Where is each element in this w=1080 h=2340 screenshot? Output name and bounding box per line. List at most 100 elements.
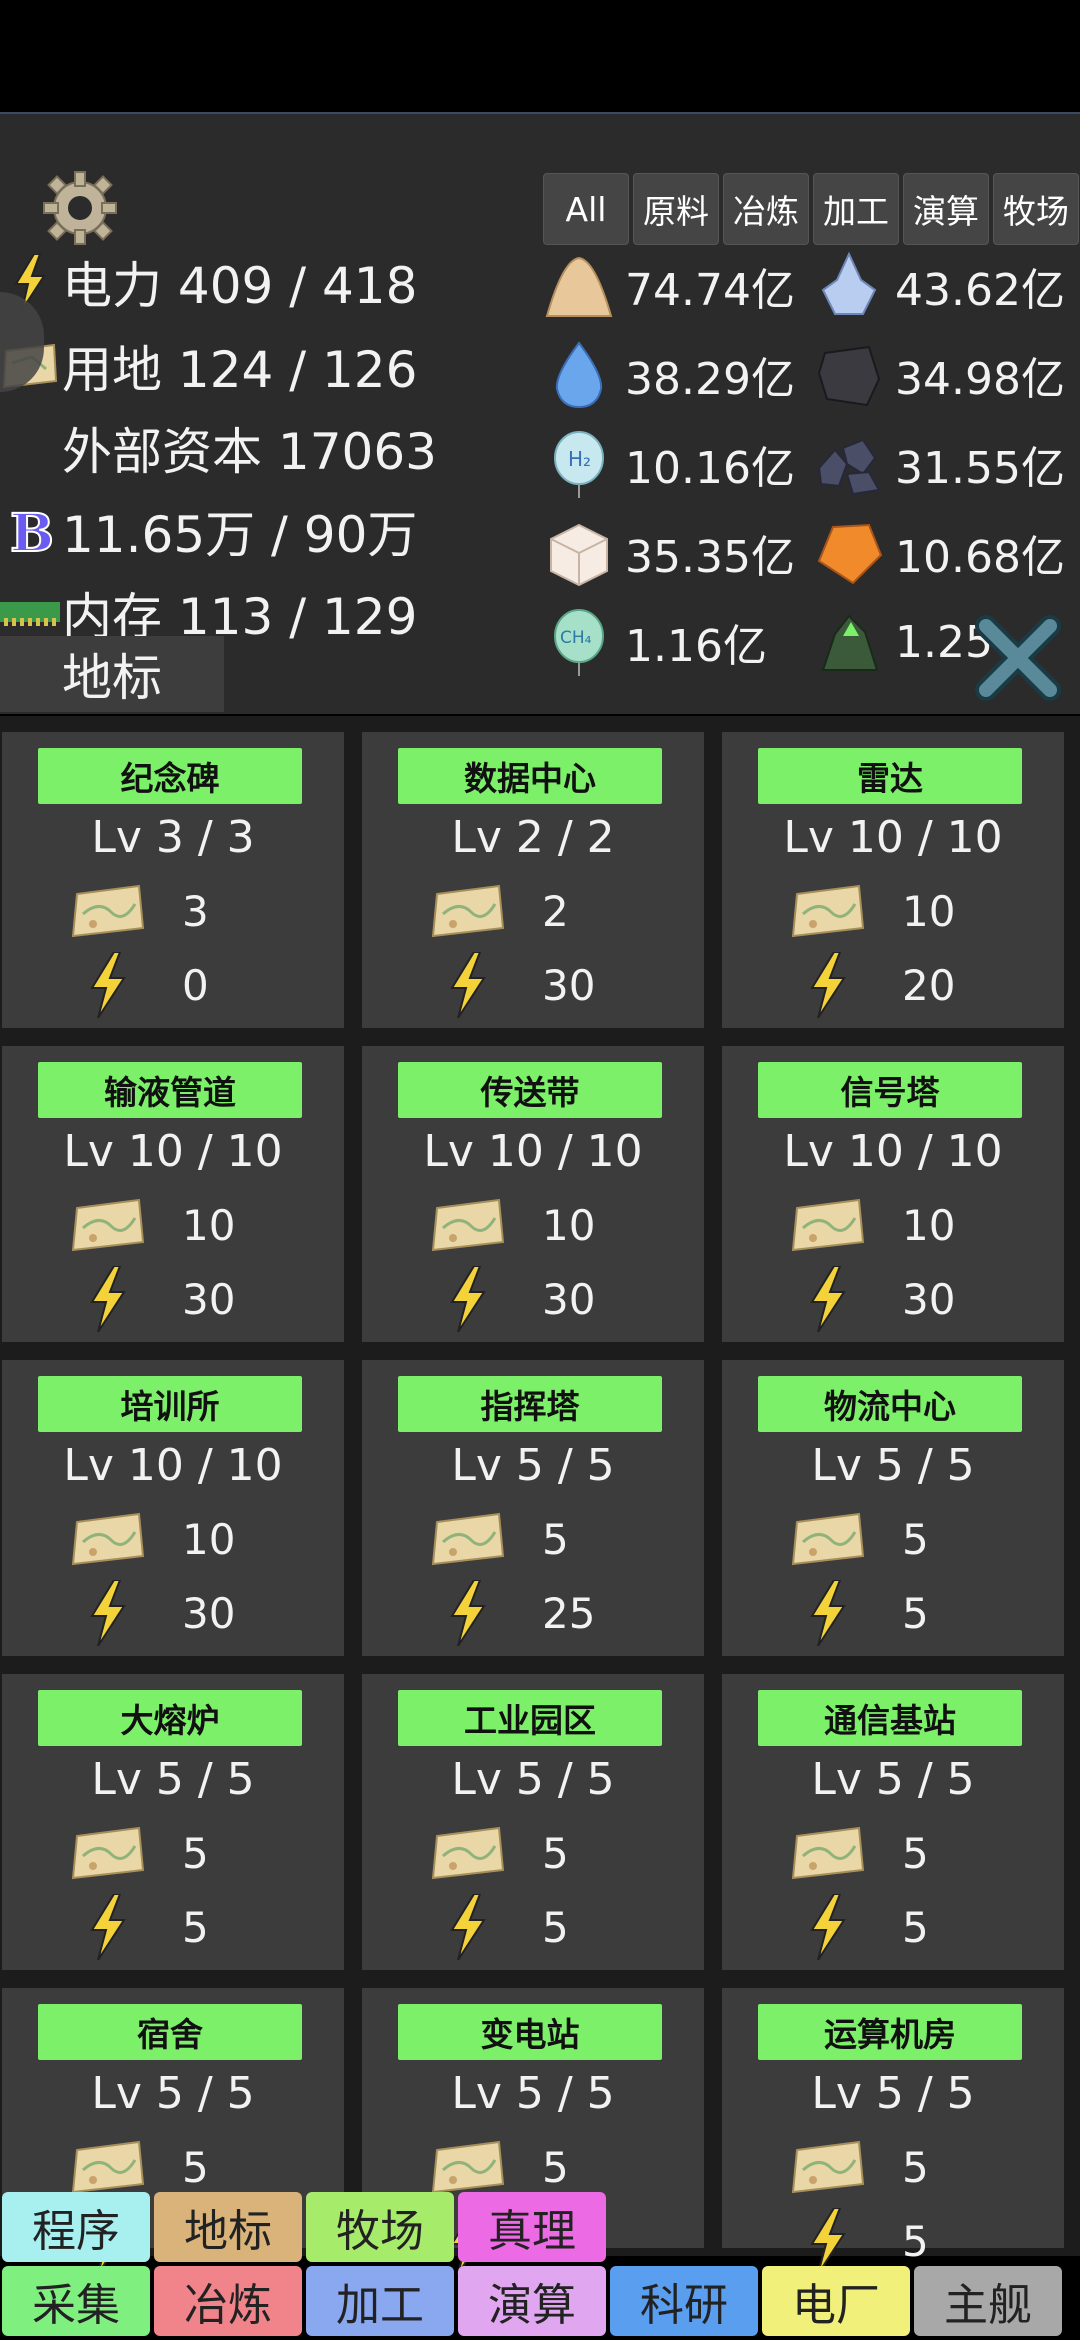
building-level: Lv 5 / 5 [811, 1440, 975, 1491]
nav-truth-button[interactable]: 真理 [458, 2192, 606, 2262]
land-cost: 5 [542, 1514, 569, 1564]
nav-flagship-button[interactable]: 主舰 [914, 2266, 1062, 2336]
memory-chip-icon [0, 583, 60, 643]
lightning-icon [68, 1266, 148, 1332]
amber-gem-icon [813, 517, 885, 589]
map-icon [68, 1823, 148, 1883]
building-level: Lv 10 / 10 [783, 812, 1003, 863]
land-cost-row: 5 [68, 1818, 328, 1888]
building-level: Lv 5 / 5 [91, 1754, 255, 1805]
lightning-icon [428, 1580, 508, 1646]
tab-all[interactable]: All [543, 173, 629, 245]
nav-process-button[interactable]: 加工 [306, 2266, 454, 2336]
building-level: Lv 5 / 5 [811, 2068, 975, 2119]
coal-icon [813, 339, 885, 411]
tab-processing[interactable]: 加工 [813, 173, 899, 245]
building-card[interactable]: 运算机房 Lv 5 / 5 5 5 [722, 1988, 1064, 2274]
building-level: Lv 5 / 5 [811, 1754, 975, 1805]
resource-item: 1.25 [813, 602, 993, 682]
tab-computing[interactable]: 演算 [903, 173, 989, 245]
power-cost-row: 30 [428, 950, 688, 1020]
nav-top-row: 程序 地标 牧场 真理 [2, 2192, 610, 2262]
power-cost: 30 [182, 1588, 236, 1638]
nav-smelt-button[interactable]: 冶炼 [154, 2266, 302, 2336]
land-cost: 10 [182, 1514, 236, 1564]
lightning-icon [788, 1266, 868, 1332]
status-bar [0, 0, 1080, 112]
power-cost-row: 30 [788, 1264, 1048, 1334]
svg-text:CH₄: CH₄ [560, 628, 592, 648]
nav-ranch-button[interactable]: 牧场 [306, 2192, 454, 2262]
building-card[interactable]: 大熔炉 Lv 5 / 5 5 5 [2, 1674, 344, 1970]
building-level: Lv 3 / 3 [91, 812, 255, 863]
building-card[interactable]: 物流中心 Lv 5 / 5 5 5 [722, 1360, 1064, 1656]
power-cost: 20 [902, 960, 956, 1010]
land-cost-row: 10 [788, 876, 1048, 946]
resource-item: 31.55亿 [813, 424, 1065, 504]
resource-item: 38.29亿 [543, 335, 795, 415]
power-cost-row: 5 [428, 1892, 688, 1962]
water-drop-icon [543, 339, 615, 411]
power-cost: 5 [902, 2216, 929, 2266]
building-level: Lv 10 / 10 [63, 1440, 283, 1491]
tab-raw[interactable]: 原料 [633, 173, 719, 245]
land-cost: 10 [902, 1200, 956, 1250]
green-ore-icon [813, 606, 885, 678]
land-cost: 3 [182, 886, 209, 936]
nav-compute-button[interactable]: 演算 [458, 2266, 606, 2336]
building-card[interactable]: 通信基站 Lv 5 / 5 5 5 [722, 1674, 1064, 1970]
map-icon [788, 1823, 868, 1883]
power-cost: 5 [902, 1902, 929, 1952]
map-icon [788, 2137, 868, 2197]
power-cost-row: 20 [788, 950, 1048, 1020]
building-card[interactable]: 雷达 Lv 10 / 10 10 20 [722, 732, 1064, 1028]
lightning-icon [428, 952, 508, 1018]
building-name: 传送带 [398, 1062, 662, 1118]
nav-landmark-button[interactable]: 地标 [154, 2192, 302, 2262]
tab-ranch[interactable]: 牧场 [993, 173, 1079, 245]
building-level: Lv 10 / 10 [63, 1126, 283, 1177]
map-icon [68, 2137, 148, 2197]
map-icon [68, 1195, 148, 1255]
land-cost-row: 10 [68, 1504, 328, 1574]
land-cost: 10 [902, 886, 956, 936]
power-cost-row: 5 [788, 1578, 1048, 1648]
power-cost-row: 5 [788, 1892, 1048, 1962]
building-name: 信号塔 [758, 1062, 1022, 1118]
landmark-tab[interactable]: 地标 [0, 636, 224, 712]
gear-icon[interactable] [42, 170, 118, 246]
building-card[interactable]: 信号塔 Lv 10 / 10 10 30 [722, 1046, 1064, 1342]
building-card[interactable]: 数据中心 Lv 2 / 2 2 30 [362, 732, 704, 1028]
building-name: 变电站 [398, 2004, 662, 2060]
lightning-icon [428, 1894, 508, 1960]
building-name: 大熔炉 [38, 1690, 302, 1746]
building-card[interactable]: 指挥塔 Lv 5 / 5 5 25 [362, 1360, 704, 1656]
land-cost: 5 [182, 2142, 209, 2192]
nav-bottom-row: 采集 冶炼 加工 演算 科研 电厂 主舰 [2, 2266, 1066, 2336]
building-card[interactable]: 纪念碑 Lv 3 / 3 3 0 [2, 732, 344, 1028]
hydrogen-balloon-icon: H₂ [543, 428, 615, 500]
building-name: 雷达 [758, 748, 1022, 804]
nav-power-plant-button[interactable]: 电厂 [762, 2266, 910, 2336]
power-cost: 30 [902, 1274, 956, 1324]
tab-smelting[interactable]: 冶炼 [723, 173, 809, 245]
nav-program-button[interactable]: 程序 [2, 2192, 150, 2262]
nav-gather-button[interactable]: 采集 [2, 2266, 150, 2336]
building-card[interactable]: 工业园区 Lv 5 / 5 5 5 [362, 1674, 704, 1970]
resource-item: H₂ 10.16亿 [543, 424, 795, 504]
building-name: 通信基站 [758, 1690, 1022, 1746]
power-cost: 30 [182, 1274, 236, 1324]
building-card[interactable]: 传送带 Lv 10 / 10 10 30 [362, 1046, 704, 1342]
building-name: 输液管道 [38, 1062, 302, 1118]
map-icon [68, 1509, 148, 1569]
power-cost-row: 25 [428, 1578, 688, 1648]
land-text: 用地 124 / 126 [62, 341, 418, 399]
power-cost: 25 [542, 1588, 596, 1638]
bitcoin-icon: B [0, 501, 60, 561]
nav-research-button[interactable]: 科研 [610, 2266, 758, 2336]
building-card[interactable]: 输液管道 Lv 10 / 10 10 30 [2, 1046, 344, 1342]
resource-item: 34.98亿 [813, 335, 1065, 415]
close-icon[interactable] [970, 610, 1066, 706]
building-card[interactable]: 培训所 Lv 10 / 10 10 30 [2, 1360, 344, 1656]
land-cost-row: 5 [788, 1818, 1048, 1888]
